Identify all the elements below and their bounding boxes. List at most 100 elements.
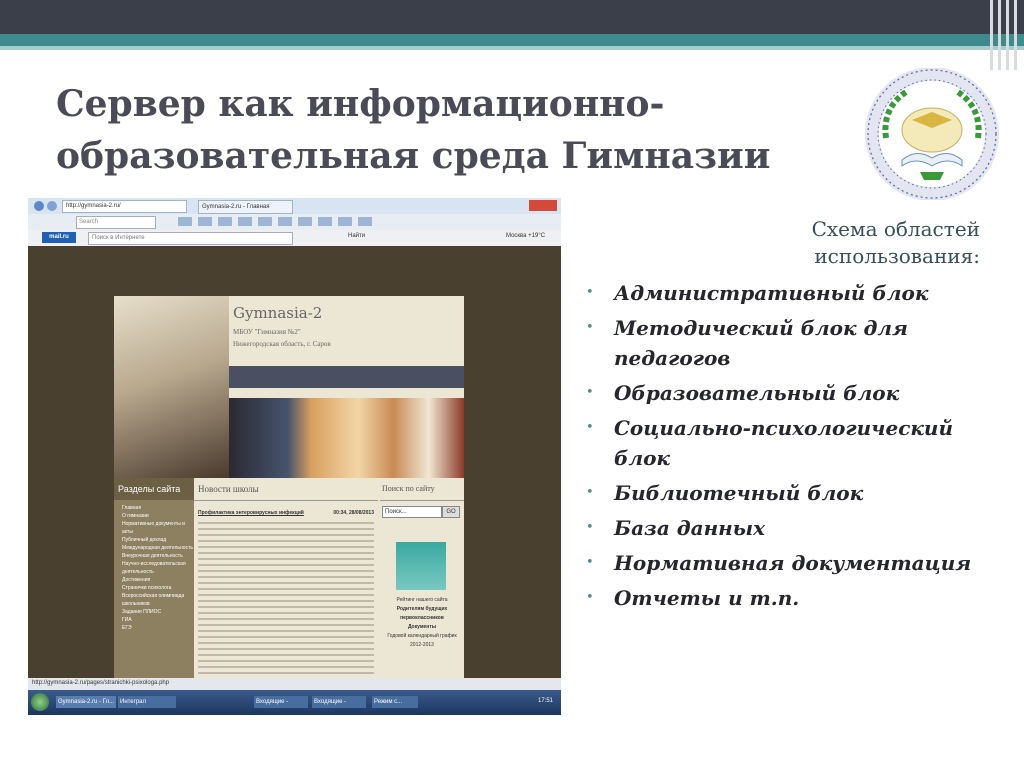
scheme-heading: Схема областей использования: <box>700 216 980 270</box>
toolbar-buttons[interactable] <box>178 217 378 226</box>
accent-stripe-light <box>0 46 1024 50</box>
news-photo-strip <box>229 398 464 478</box>
news-headline[interactable]: Профилактика энтеровирусных инфекций <box>198 510 304 516</box>
page-canvas: Gymnasia-2 МБОУ "Гимназия №2" Нижегородс… <box>28 246 561 688</box>
scheme-heading-line-2: использования: <box>814 244 980 268</box>
section-link[interactable]: Нормативные документы и акты <box>122 520 194 536</box>
sections-list: Главная О гимназии Нормативные документы… <box>114 500 194 632</box>
list-item: • Отчеты и т.п. <box>586 583 1006 613</box>
section-link[interactable]: Главная <box>122 504 194 512</box>
taskbar-item[interactable]: Режим с... <box>372 696 418 708</box>
list-item-text: Социально-психологический блок <box>614 416 953 470</box>
news-title: Новости школы <box>194 478 378 501</box>
section-link[interactable]: ГИА <box>122 616 194 624</box>
taskbar-item[interactable]: Gymnasia-2.ru - Гл... <box>56 696 116 708</box>
accent-stripe <box>0 34 1024 46</box>
bullet-icon: • <box>586 285 594 300</box>
bullet-icon: • <box>586 485 594 500</box>
list-item-text: Методический блок для педагогов <box>614 316 908 370</box>
taskbar-item[interactable]: Входящие - olefirov... <box>312 696 366 708</box>
list-item: • Библиотечный блок <box>586 478 1006 508</box>
list-item: • Нормативная документация <box>586 548 1006 578</box>
right-link[interactable]: Годовой календарный график 2012-2013 <box>384 632 460 650</box>
sections-title: Разделы сайта <box>114 478 194 500</box>
header-collage-image <box>114 296 229 478</box>
status-url: http://gymnasia-2.ru/pages/stranichki-ps… <box>32 680 170 686</box>
section-link[interactable]: Достижения <box>122 576 194 584</box>
bullet-icon: • <box>586 520 594 535</box>
section-link[interactable]: Внеурочная деятельность <box>122 552 194 560</box>
search-title: Поиск по сайту <box>380 478 464 501</box>
list-item-text: Административный блок <box>614 281 929 305</box>
list-item-text: Нормативная документация <box>614 551 972 575</box>
rating-banner-image[interactable] <box>396 542 446 590</box>
site-header: Gymnasia-2 МБОУ "Гимназия №2" Нижегородс… <box>229 296 464 366</box>
weather-widget[interactable]: Москва +19°C <box>506 233 545 239</box>
section-link[interactable]: Научно-исследовательская деятельность <box>122 560 194 576</box>
slide-title: Сервер как информационно- образовательна… <box>56 78 816 182</box>
right-link[interactable]: Документы <box>384 623 460 632</box>
bullet-icon: • <box>586 590 594 605</box>
search-input[interactable]: Search <box>76 216 156 229</box>
scheme-heading-line-1: Схема областей <box>811 217 980 241</box>
bullet-icon: • <box>586 320 594 335</box>
list-item: • Административный блок <box>586 278 1006 308</box>
right-link[interactable]: Родителям будущих первоклассников <box>384 605 460 623</box>
section-link[interactable]: Странички психолога <box>122 584 194 592</box>
title-line-1: Сервер как информационно- <box>56 83 665 125</box>
address-bar[interactable]: http://gymnasia-2.ru/ <box>62 200 187 213</box>
site-name: Gymnasia-2 <box>233 304 323 322</box>
usage-areas-list: • Административный блок • Методический бло… <box>586 278 1006 618</box>
start-button[interactable] <box>31 693 49 711</box>
list-item: • База данных <box>586 513 1006 543</box>
news-body-text <box>198 522 374 682</box>
search-toolbar: Search <box>28 214 561 230</box>
section-link[interactable]: ЕГЭ <box>122 624 194 632</box>
back-button[interactable] <box>34 201 44 211</box>
taskbar-item[interactable]: Входящие - olefirov... <box>254 696 308 708</box>
corner-decoration <box>984 0 1024 70</box>
bullet-icon: • <box>586 555 594 570</box>
gymnasium-emblem-icon <box>865 68 999 200</box>
forward-button[interactable] <box>47 201 57 211</box>
sections-panel: Разделы сайта Главная О гимназии Нормати… <box>114 478 194 688</box>
section-link[interactable]: Публичный доклад <box>122 536 194 544</box>
list-item-text: Библиотечный блок <box>614 481 864 505</box>
list-item-text: Отчеты и т.п. <box>614 586 800 610</box>
close-window-button[interactable] <box>529 200 557 211</box>
browser-tab[interactable]: Gymnasia-2.ru - Главная <box>198 200 293 214</box>
browser-titlebar: http://gymnasia-2.ru/ Gymnasia-2.ru - Гл… <box>28 198 561 214</box>
site-search-go[interactable]: GO <box>442 506 460 518</box>
taskbar-item[interactable]: Интеграл <box>118 696 176 708</box>
mailru-toolbar: mail.ru Поиск в Интернете Найти Москва +… <box>28 230 561 247</box>
internet-search-input[interactable]: Поиск в Интернете <box>88 232 293 245</box>
list-item: • Социально-психологический блок <box>586 413 1006 473</box>
site-frame: Gymnasia-2 МБОУ "Гимназия №2" Нижегородс… <box>114 296 464 688</box>
taskbar-clock: 17:51 <box>537 698 553 704</box>
site-city: Нижегородская область, г. Саров <box>233 340 331 348</box>
section-link[interactable]: Задания ПЛИОС <box>122 608 194 616</box>
section-link[interactable]: О гимназии <box>122 512 194 520</box>
title-line-2: образовательная среда Гимназии <box>56 135 771 177</box>
site-nav-band <box>229 366 464 388</box>
list-item: • Образовательный блок <box>586 378 1006 408</box>
header-band <box>0 0 1024 34</box>
section-link[interactable]: Всероссийская олимпиада школьников <box>122 592 194 608</box>
status-bar: http://gymnasia-2.ru/pages/stranichki-ps… <box>28 678 561 690</box>
list-item-text: База данных <box>614 516 766 540</box>
list-item-text: Образовательный блок <box>614 381 900 405</box>
bullet-icon: • <box>586 385 594 400</box>
bullet-icon: • <box>586 420 594 435</box>
website-screenshot: http://gymnasia-2.ru/ Gymnasia-2.ru - Гл… <box>28 198 561 715</box>
site-org: МБОУ "Гимназия №2" <box>233 328 301 336</box>
right-column: Поиск по сайту Поиск... GO Рейтинг нашег… <box>380 478 464 688</box>
windows-taskbar: Gymnasia-2.ru - Гл... Интеграл Входящие … <box>28 690 561 715</box>
mailru-logo[interactable]: mail.ru <box>42 232 76 243</box>
section-link[interactable]: Международная деятельность <box>122 544 194 552</box>
news-date: 00:34, 28/08/2013 <box>333 510 374 516</box>
find-button[interactable]: Найти <box>348 233 365 239</box>
right-link[interactable]: Рейтинг нашего сайта <box>384 596 460 605</box>
site-search-input[interactable]: Поиск... <box>382 506 442 518</box>
news-column: Новости школы Профилактика энтеровирусны… <box>194 478 378 688</box>
list-item: • Методический блок для педагогов <box>586 313 1006 373</box>
